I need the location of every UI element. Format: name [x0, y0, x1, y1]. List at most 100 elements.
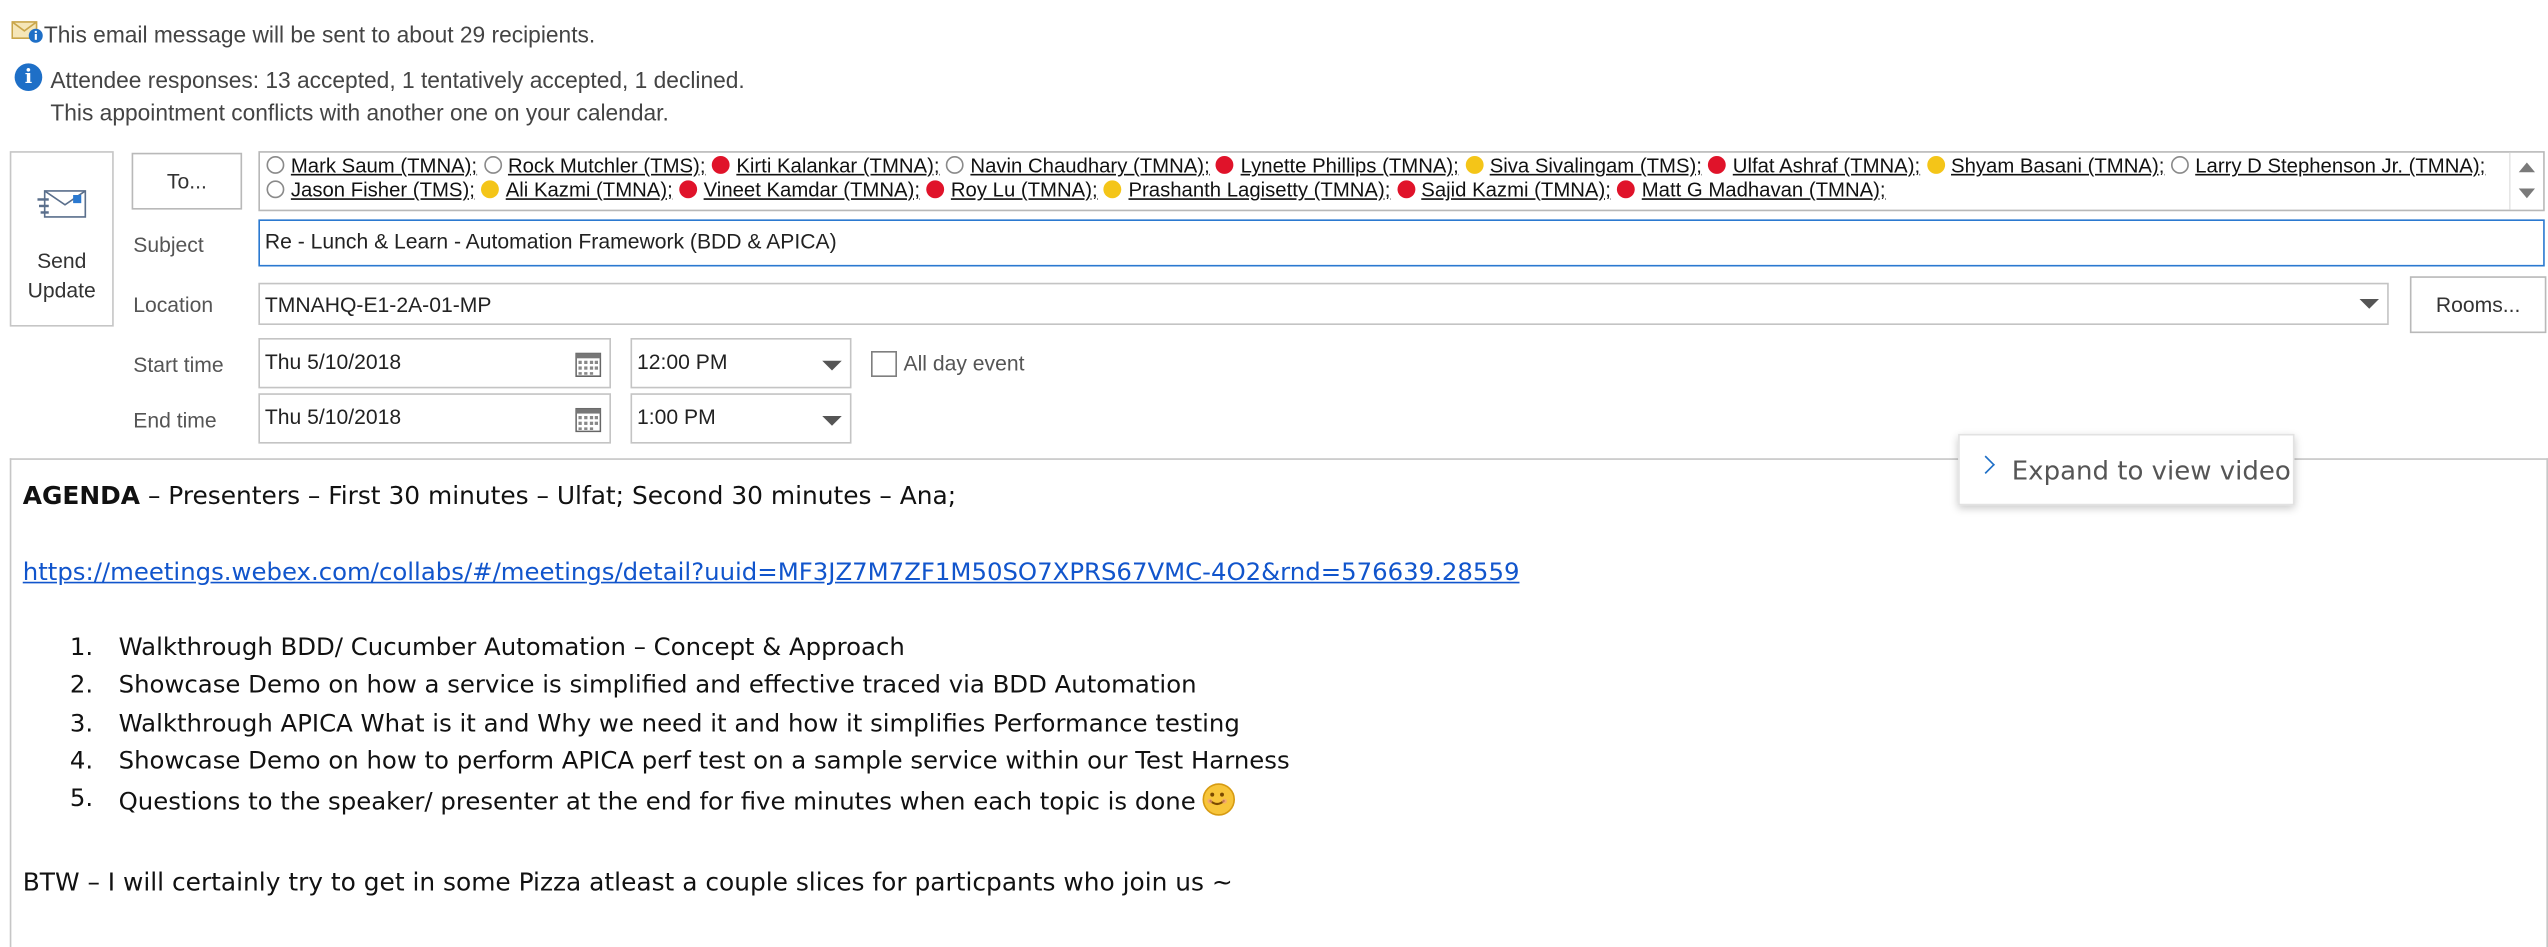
send-update-label: Send Update — [27, 248, 96, 303]
response-status-icon — [1396, 180, 1415, 199]
list-item-number: 1. — [69, 632, 94, 662]
list-item-label: Showcase Demo on how a service is simpli… — [118, 669, 1197, 700]
agenda-text: – Presenters – First 30 minutes – Ulfat;… — [140, 481, 957, 511]
recipient-name: Jason Fisher (TMS); — [290, 178, 475, 202]
to-button[interactable]: To... — [131, 152, 243, 210]
list-item-text: Walkthrough APICA What is it and Why we … — [119, 708, 1240, 737]
location-dropdown-icon[interactable] — [2359, 299, 2379, 309]
recipient-name: Sajid Kazmi (TMNA); — [1421, 178, 1611, 202]
smiley-emoji-icon — [1202, 783, 1235, 817]
recipient-chip[interactable]: Prashanth Lagisetty (TMNA); — [1104, 179, 1390, 203]
list-item-number: 3. — [69, 707, 94, 738]
list-item-label: Questions to the speaker/ presenter at t… — [118, 786, 1196, 817]
recipient-chip[interactable]: Jason Fisher (TMS); — [266, 178, 475, 203]
message-body-editor[interactable]: AGENDA – Presenters – First 30 minutes –… — [9, 458, 2548, 947]
recipient-chip[interactable]: Ali Kazmi (TMNA); — [481, 178, 673, 203]
response-status-icon — [711, 156, 730, 174]
response-status-icon — [481, 180, 500, 199]
expand-video-popup[interactable]: Expand to view video — [1958, 433, 2295, 506]
recipient-name: Rock Mutchler (TMS); — [507, 154, 706, 178]
appointment-window: This email message will be sent to about… — [0, 0, 2548, 947]
send-update-button[interactable]: Send Update — [9, 151, 114, 327]
response-status-icon — [926, 180, 945, 199]
end-time-value: 1:00 PM — [637, 404, 716, 429]
recipient-name: Shyam Basani (TMNA); — [1951, 154, 2165, 178]
end-time-dropdown-icon[interactable] — [822, 416, 842, 426]
agenda-line: AGENDA – Presenters – First 30 minutes –… — [23, 481, 956, 510]
all-day-label: All day event — [903, 351, 1025, 376]
recipient-name: Mark Saum (TMNA); — [290, 154, 478, 178]
recipient-chip[interactable]: Siva Sivalingam (TMS); — [1465, 154, 1702, 178]
list-item-number: 4. — [69, 745, 94, 775]
end-time-select[interactable]: 1:00 PM — [630, 393, 852, 444]
recipient-name: Ali Kazmi (TMNA); — [505, 178, 673, 202]
scroll-up-icon[interactable] — [2518, 162, 2535, 173]
recipient-chip[interactable]: Kirti Kalankar (TMNA); — [711, 154, 940, 178]
start-time-value: 12:00 PM — [637, 349, 728, 374]
calendar-icon[interactable] — [575, 352, 602, 377]
list-item-number: 2. — [69, 669, 94, 700]
recipient-name: Matt G Madhavan (TMNA); — [1641, 178, 1886, 202]
agenda-heading: AGENDA — [22, 481, 141, 511]
subject-value: Re - Lunch & Learn - Automation Framewor… — [264, 229, 837, 254]
response-status-icon — [1708, 156, 1727, 174]
recipient-chip[interactable]: Ulfat Ashraf (TMNA); — [1708, 154, 1920, 178]
list-item-label: Walkthrough BDD/ Cucumber Automation – C… — [118, 632, 905, 662]
recipient-chip[interactable]: Navin Chaudhary (TMNA); — [946, 154, 1210, 178]
email-recipient-notice: This email message will be sent to about… — [43, 21, 596, 48]
recipient-name: Ulfat Ashraf (TMNA); — [1732, 154, 1921, 178]
recipient-chip[interactable]: Shyam Basani (TMNA); — [1926, 154, 2165, 178]
btw-note: BTW – I will certainly try to get in som… — [22, 867, 1233, 897]
all-day-checkbox[interactable] — [871, 351, 897, 377]
start-date-value: Thu 5/10/2018 — [264, 349, 402, 374]
list-item-text: Showcase Demo on how a service is simpli… — [119, 670, 1197, 699]
location-input[interactable]: TMNAHQ-E1-2A-01-MP — [258, 282, 2389, 325]
recipient-name: Siva Sivalingam (TMS); — [1489, 154, 1702, 178]
response-status-icon — [1465, 156, 1484, 174]
list-item-text: Walkthrough BDD/ Cucumber Automation – C… — [119, 632, 905, 661]
response-status-icon — [1216, 156, 1235, 174]
start-time-select[interactable]: 12:00 PM — [630, 338, 852, 389]
webex-meeting-link[interactable]: https://meetings.webex.com/collabs/#/mee… — [23, 557, 1520, 586]
recipient-name: Navin Chaudhary (TMNA); — [970, 154, 1210, 178]
recipient-chip[interactable]: Larry D Stephenson Jr. (TMNA); — [2170, 154, 2485, 178]
email-info-icon — [11, 21, 43, 43]
scroll-down-icon[interactable] — [2518, 188, 2535, 199]
response-status-icon — [946, 156, 964, 174]
expand-video-label: Expand to view video — [2011, 455, 2291, 486]
recipient-chip[interactable]: Matt G Madhavan (TMNA); — [1617, 178, 1886, 203]
start-time-label: Start time — [133, 352, 224, 377]
recipient-chip[interactable]: Roy Lu (TMNA); — [926, 178, 1098, 203]
response-status-icon — [2170, 156, 2189, 174]
location-value: TMNAHQ-E1-2A-01-MP — [264, 292, 492, 317]
calendar-icon[interactable] — [575, 407, 602, 433]
start-time-dropdown-icon[interactable] — [822, 360, 842, 371]
recipients-field[interactable]: Mark Saum (TMNA); Rock Mutchler (TMS); Kir… — [258, 151, 2545, 212]
recipient-chip[interactable]: Sajid Kazmi (TMNA); — [1396, 178, 1611, 203]
rooms-button[interactable]: Rooms... — [2409, 276, 2547, 334]
list-item-number: 5. — [69, 783, 94, 813]
end-date-value: Thu 5/10/2018 — [264, 404, 402, 429]
response-status-icon — [266, 156, 285, 174]
send-envelope-icon — [37, 190, 87, 218]
list-item-text: Questions to the speaker/ presenter at t… — [118, 783, 1235, 817]
subject-label: Subject — [133, 232, 204, 257]
recipient-name: Lynette Phillips (TMNA); — [1240, 154, 1459, 178]
response-status-icon — [1104, 180, 1122, 199]
recipient-name: Roy Lu (TMNA); — [950, 178, 1098, 202]
attendee-responses-notice: Attendee responses: 13 accepted, 1 tenta… — [50, 66, 745, 93]
end-date-input[interactable]: Thu 5/10/2018 — [258, 393, 611, 444]
subject-input[interactable]: Re - Lunch & Learn - Automation Framewor… — [258, 219, 2545, 267]
recipient-chip[interactable]: Lynette Phillips (TMNA); — [1216, 154, 1459, 178]
end-time-label: End time — [133, 407, 217, 433]
recipient-chip[interactable]: Rock Mutchler (TMS); — [483, 154, 706, 178]
recipient-name: Vineet Kamdar (TMNA); — [703, 178, 921, 202]
recipients-scrollbar[interactable] — [2509, 152, 2544, 210]
start-date-input[interactable]: Thu 5/10/2018 — [258, 338, 611, 389]
list-item-label: Walkthrough APICA What is it and Why we … — [118, 707, 1240, 738]
recipient-chip[interactable]: Vineet Kamdar (TMNA); — [679, 179, 920, 203]
recipient-chip[interactable]: Mark Saum (TMNA); — [266, 154, 478, 178]
response-status-icon — [1926, 156, 1945, 174]
response-status-icon — [483, 156, 502, 174]
list-item-label: Showcase Demo on how to perform APICA pe… — [118, 745, 1290, 775]
